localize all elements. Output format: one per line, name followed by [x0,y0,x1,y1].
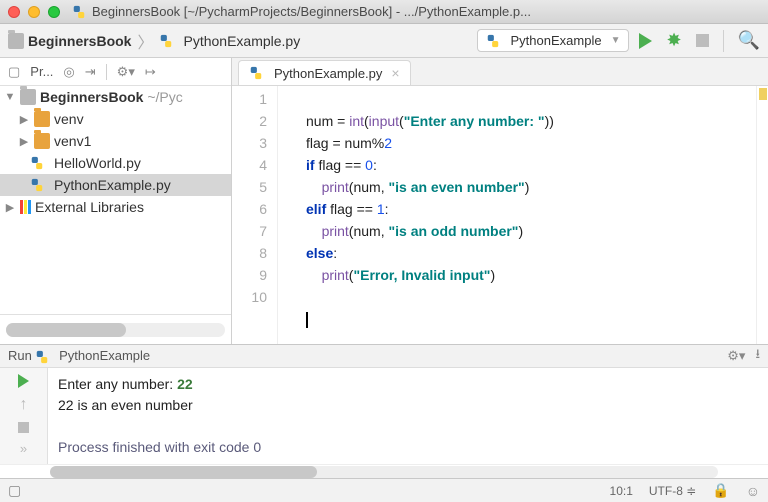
line-gutter: 12345678910 [232,86,278,344]
run-panel-config: PythonExample [59,348,150,363]
chevron-right-icon[interactable]: ▶ [18,113,30,126]
scrollbar-thumb[interactable] [6,323,126,337]
sidebar-toolbar: ▢ Pr... ◎ ⇥ ⚙▾ ↦ [0,58,231,86]
editor-tab[interactable]: PythonExample.py × [238,60,411,85]
scrollbar-thumb[interactable] [50,466,317,478]
tree-item-venv1[interactable]: ▶ venv1 [0,130,231,152]
python-file-icon [35,350,49,364]
breadcrumb-root-label: BeginnersBook [28,33,131,49]
run-panel-header: Run PythonExample ⚙▾ ⭳ [0,345,768,368]
tree-root[interactable]: ▼ BeginnersBook ~/Pyc [0,86,231,108]
chevron-right-icon[interactable]: ▶ [18,135,30,148]
folder-icon [20,89,36,105]
tree-external-libs[interactable]: ▶ External Libraries [0,196,231,218]
code-text[interactable]: num = int(input("Enter any number: ")) f… [278,86,756,344]
chevron-down-icon: ▼ [611,35,621,46]
folder-icon [34,133,50,149]
close-tab-icon[interactable]: × [391,65,399,81]
tree-item-label: External Libraries [35,199,144,215]
chevron-right-icon[interactable]: ▶ [4,201,16,214]
tree-item-label: venv1 [54,133,91,149]
inspector-icon[interactable]: ☺ [746,483,760,499]
file-encoding[interactable]: UTF-8 ≑ [649,484,696,498]
run-panel-title: Run [8,348,32,363]
debug-button[interactable]: ✸ [666,30,681,51]
libraries-icon [20,200,31,214]
maximize-window-button[interactable] [48,6,60,18]
tree-item-label: HelloWorld.py [54,155,141,171]
target-icon[interactable]: ◎ [63,64,74,80]
main-area: ▢ Pr... ◎ ⇥ ⚙▾ ↦ ▼ BeginnersBook ~/Pyc ▶… [0,58,768,344]
toolwindow-icon[interactable]: ▢ [8,482,21,499]
window-controls [8,6,60,18]
tree-root-path: ~/Pyc [147,89,182,105]
cursor-position[interactable]: 10:1 [610,484,633,498]
window-icon[interactable]: ▢ [8,64,20,80]
python-file-icon [159,34,173,48]
collapse-icon[interactable]: ⇥ [85,64,96,80]
stop-run-button[interactable] [18,422,29,433]
run-gutter: ↑ » [0,368,48,464]
text-caret [306,312,308,328]
run-panel: Run PythonExample ⚙▾ ⭳ ↑ » Enter any num… [0,344,768,478]
tree-item-label: PythonExample.py [54,177,171,193]
tree-item-helloworld[interactable]: HelloWorld.py [0,152,231,174]
nav-toolbar: BeginnersBook 〉 PythonExample.py PythonE… [0,24,768,58]
tree-item-venv[interactable]: ▶ venv [0,108,231,130]
editor-tabbar: PythonExample.py × [232,58,768,86]
titlebar: BeginnersBook [~/PycharmProjects/Beginne… [0,0,768,24]
close-window-button[interactable] [8,6,20,18]
code-area[interactable]: 12345678910 num = int(input("Enter any n… [232,86,768,344]
editor: PythonExample.py × 12345678910 num = int… [232,58,768,344]
download-icon[interactable]: ⭳ [755,345,760,367]
marker-stripe [756,86,768,344]
minimize-window-button[interactable] [28,6,40,18]
separator [723,30,724,52]
chevron-right-icon: 〉 [137,29,153,53]
lock-icon[interactable]: 🔒 [712,482,729,499]
gear-icon[interactable]: ⚙▾ [117,64,135,80]
run-config-name: PythonExample [511,33,602,48]
warning-marker[interactable] [759,88,767,100]
gear-icon[interactable]: ⚙▾ [727,348,745,364]
breadcrumb: BeginnersBook 〉 PythonExample.py [8,29,477,53]
tree-item-label: venv [54,111,84,127]
python-file-icon [249,66,263,80]
editor-tab-label: PythonExample.py [274,66,382,81]
python-file-icon [486,34,500,48]
project-tree[interactable]: ▼ BeginnersBook ~/Pyc ▶ venv ▶ venv1 Hel… [0,86,231,314]
stop-button[interactable] [696,34,709,47]
sidebar-panel-label: Pr... [30,64,53,79]
separator [106,64,107,80]
console-output[interactable]: Enter any number: 22 22 is an even numbe… [48,368,768,464]
tree-item-pythonexample[interactable]: PythonExample.py [0,174,231,196]
breadcrumb-file-label: PythonExample.py [183,33,300,49]
folder-icon [34,111,50,127]
status-bar: ▢ 10:1 UTF-8 ≑ 🔒 ☺ [0,478,768,502]
python-file-icon [30,156,44,170]
sidebar-scrollbar[interactable] [0,314,231,344]
up-arrow-icon[interactable]: ↑ [20,396,28,414]
breadcrumb-file[interactable]: PythonExample.py [159,33,300,49]
run-button[interactable] [639,33,652,49]
console-scrollbar[interactable] [0,464,768,478]
project-sidebar: ▢ Pr... ◎ ⇥ ⚙▾ ↦ ▼ BeginnersBook ~/Pyc ▶… [0,58,232,344]
window-title: BeginnersBook [~/PycharmProjects/Beginne… [92,4,760,19]
folder-icon [8,33,24,49]
python-file-icon [30,178,44,192]
chevron-down-icon[interactable]: ▼ [4,91,16,103]
run-config-selector[interactable]: PythonExample ▼ [477,29,630,52]
expand-icon[interactable]: » [20,441,27,456]
rerun-button[interactable] [18,374,29,388]
app-icon [72,5,86,19]
tree-root-name: BeginnersBook [40,89,143,105]
search-button[interactable]: 🔍 [738,30,760,51]
breadcrumb-root[interactable]: BeginnersBook [8,33,131,49]
hide-icon[interactable]: ↦ [145,64,156,80]
